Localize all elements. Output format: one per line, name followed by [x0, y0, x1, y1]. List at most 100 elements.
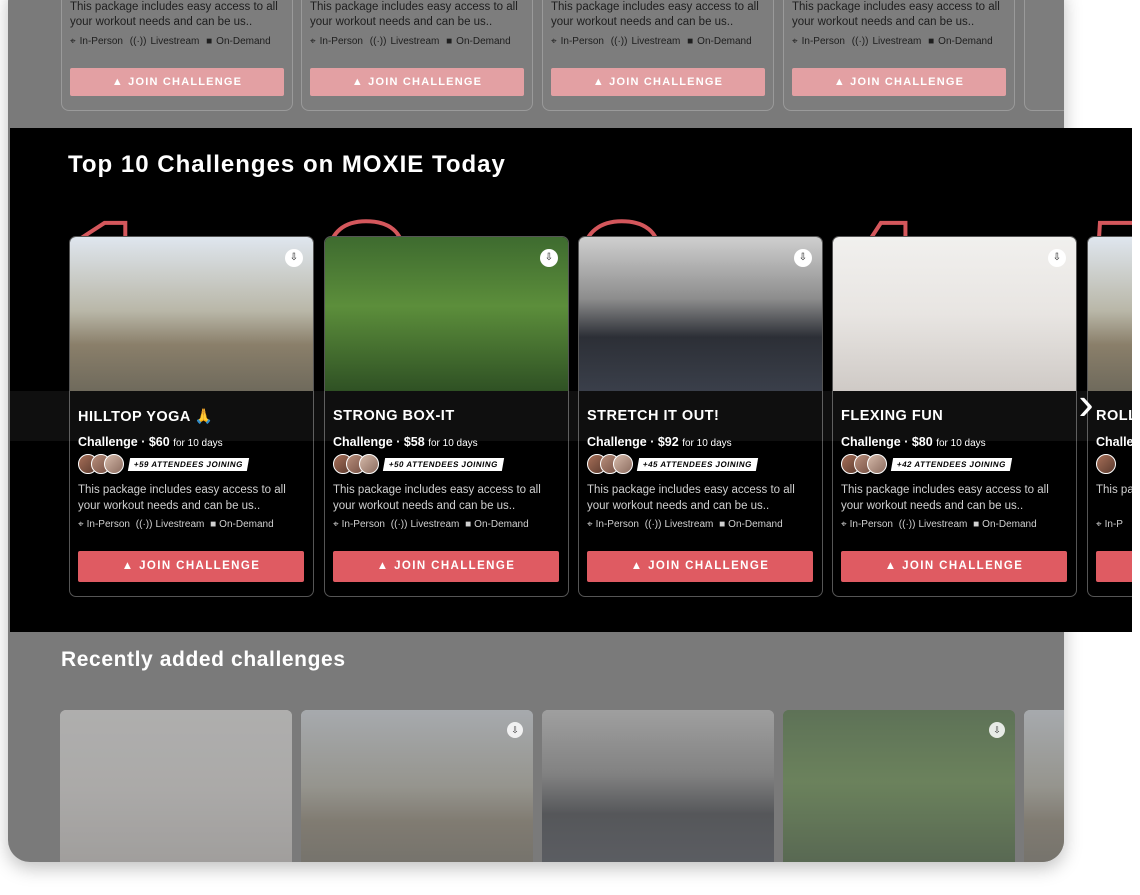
recent-card[interactable] — [60, 710, 292, 862]
attendees-badge: +59 ATTENDEES JOINING — [127, 457, 250, 471]
challenge-photo: ⇩ — [833, 237, 1076, 391]
challenge-card[interactable]: ⇩ FLEXING FUN Challenge · $80 for 10 day… — [832, 236, 1077, 597]
location-icon: ⌖ — [587, 519, 593, 530]
challenge-price: Challe — [1096, 435, 1132, 449]
duration: for 10 days — [173, 438, 223, 449]
challenge-title: STRONG BOX-IT — [333, 408, 455, 424]
challenge-meta: ⌖ In-Person ((·)) Livestream ■ On-Demand — [333, 519, 532, 530]
challenge-title: HILLTOP YOGA 🙏 — [78, 409, 214, 425]
attendees: +50 ATTENDEES JOINING — [333, 453, 505, 475]
panel-title: Top 10 Challenges on MOXIE Today — [68, 151, 506, 178]
meta-in-person: In-Person — [849, 519, 893, 530]
top-challenges-panel: Top 10 Challenges on MOXIE Today 1 2 3 4… — [10, 128, 1132, 632]
video-icon: ■ — [206, 36, 213, 47]
button-label: JOIN CHALLENGE — [368, 76, 483, 88]
meta-livestream: Livestream — [155, 519, 205, 530]
join-challenge-button[interactable] — [1096, 551, 1132, 582]
price-label: Challenge · $80 — [841, 435, 933, 449]
button-label: JOIN CHALLENGE — [850, 76, 965, 88]
meta-in-person: In-Person — [341, 519, 385, 530]
join-challenge-button[interactable]: ▲ JOIN CHALLENGE — [78, 551, 304, 582]
challenge-price: Challenge · $58 for 10 days — [333, 435, 478, 449]
attendees: +59 ATTENDEES JOINING — [78, 453, 250, 475]
top-row-cards: This package includes easy access to all… — [61, 0, 1064, 111]
duration: for 10 days — [936, 438, 986, 449]
card-meta: ⌖ In-Person ((·)) Livestream ■ On-Demand — [70, 36, 275, 47]
video-icon: ■ — [210, 519, 217, 530]
card-meta: ⌖ In-Person ((·)) Livestream ■ On-Demand — [310, 36, 515, 47]
join-challenge-button[interactable]: ▲ JOIN CHALLENGE — [841, 551, 1067, 582]
top-card-partial[interactable] — [1024, 0, 1064, 111]
recent-card[interactable] — [542, 710, 774, 862]
meta-on-demand: On-Demand — [982, 519, 1037, 530]
meta-on-demand: On-Demand — [474, 519, 529, 530]
top-card[interactable]: This package includes easy access to all… — [61, 0, 293, 111]
join-challenge-button[interactable]: ▲ JOIN CHALLENGE — [70, 68, 284, 96]
meta-livestream: Livestream — [150, 36, 200, 47]
button-label: JOIN CHALLENGE — [609, 76, 724, 88]
challenge-meta: ⌖ In-Person ((·)) Livestream ■ On-Demand — [841, 519, 1040, 530]
download-icon[interactable]: ⇩ — [989, 722, 1005, 738]
mountain-icon: ▲ — [833, 76, 851, 88]
challenge-title: FLEXING FUN — [841, 408, 944, 424]
livestream-icon: ((·)) — [644, 519, 662, 530]
location-icon: ⌖ — [1096, 519, 1102, 530]
download-icon[interactable]: ⇩ — [285, 249, 303, 267]
challenge-card[interactable]: ⇩ STRONG BOX-IT Challenge · $58 for 10 d… — [324, 236, 569, 597]
mountain-icon: ▲ — [111, 76, 129, 88]
video-icon: ■ — [928, 36, 935, 47]
attendees: +42 ATTENDEES JOINING — [841, 453, 1013, 475]
meta-on-demand: On-Demand — [728, 519, 783, 530]
join-challenge-button[interactable]: ▲ JOIN CHALLENGE — [333, 551, 559, 582]
join-challenge-button[interactable]: ▲ JOIN CHALLENGE — [551, 68, 765, 96]
top-card[interactable]: This package includes easy access to all… — [542, 0, 774, 111]
top-card[interactable]: This package includes easy access to all… — [783, 0, 1015, 111]
meta-livestream: Livestream — [664, 519, 714, 530]
download-icon[interactable]: ⇩ — [794, 249, 812, 267]
recent-card[interactable]: ⇩ — [301, 710, 533, 862]
avatar — [359, 454, 379, 474]
avatar — [104, 454, 124, 474]
download-icon[interactable]: ⇩ — [507, 722, 523, 738]
recent-row: ⇩ ⇩ — [60, 710, 1064, 862]
overlay — [542, 710, 774, 862]
challenge-description: This pa all you — [1096, 484, 1132, 496]
location-icon: ⌖ — [310, 36, 316, 47]
mountain-icon: ▲ — [351, 76, 369, 88]
video-icon: ■ — [973, 519, 980, 530]
card-meta: ⌖ In-Person ((·)) Livestream ■ On-Demand — [792, 36, 997, 47]
meta-livestream: Livestream — [390, 36, 440, 47]
chevron-right-icon[interactable]: › — [1066, 373, 1106, 433]
top-card[interactable]: This package includes easy access to all… — [301, 0, 533, 111]
challenge-price: Challenge · $60 for 10 days — [78, 435, 223, 449]
livestream-icon: ((·)) — [851, 36, 869, 47]
price-label: Challenge · $58 — [333, 435, 425, 449]
button-label: JOIN CHALLENGE — [139, 560, 261, 572]
join-challenge-button[interactable]: ▲ JOIN CHALLENGE — [587, 551, 813, 582]
challenge-card[interactable]: ⇩ STRETCH IT OUT! Challenge · $92 for 10… — [578, 236, 823, 597]
challenge-card[interactable]: ⇩ HILLTOP YOGA 🙏 Challenge · $60 for 10 … — [69, 236, 314, 597]
challenge-photo — [1088, 237, 1132, 391]
meta-in-person: In-Person — [319, 36, 363, 47]
video-icon: ■ — [465, 519, 472, 530]
recent-card-partial[interactable] — [1024, 710, 1064, 862]
avatar — [1096, 454, 1116, 474]
location-icon: ⌖ — [333, 519, 339, 530]
download-icon[interactable]: ⇩ — [540, 249, 558, 267]
challenge-price: Challenge · $80 for 10 days — [841, 435, 986, 449]
join-challenge-button[interactable]: ▲ JOIN CHALLENGE — [792, 68, 1006, 96]
location-icon: ⌖ — [841, 519, 847, 530]
avatar — [867, 454, 887, 474]
recent-card[interactable]: ⇩ — [783, 710, 1015, 862]
join-challenge-button[interactable]: ▲ JOIN CHALLENGE — [310, 68, 524, 96]
location-icon: ⌖ — [792, 36, 798, 47]
meta-on-demand: On-Demand — [216, 36, 271, 47]
price-label: Challenge · $92 — [587, 435, 679, 449]
download-icon[interactable]: ⇩ — [1048, 249, 1066, 267]
challenge-photo: ⇩ — [70, 237, 313, 391]
duration: for 10 days — [682, 438, 732, 449]
button-label: JOIN CHALLENGE — [648, 560, 770, 572]
overlay — [301, 710, 533, 862]
meta-on-demand: On-Demand — [938, 36, 993, 47]
meta-livestream: Livestream — [918, 519, 968, 530]
